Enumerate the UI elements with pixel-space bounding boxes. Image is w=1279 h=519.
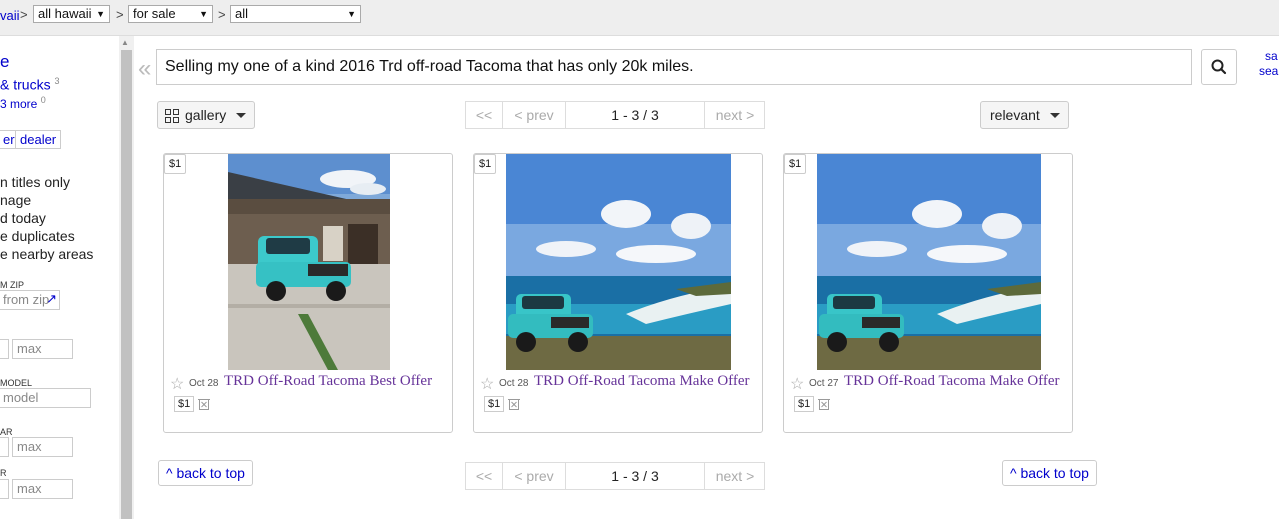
listing-price: $1 xyxy=(484,396,505,412)
favorite-star-icon[interactable]: ☆ xyxy=(790,374,804,394)
option-nearby-areas[interactable]: e nearby areas xyxy=(0,246,93,262)
subcategory-select[interactable]: all ▼ xyxy=(230,5,361,23)
next-page-button[interactable]: next > xyxy=(705,463,765,489)
chevron-down-icon xyxy=(236,113,246,118)
listing-image[interactable] xyxy=(817,154,1041,370)
odometer-label: R xyxy=(0,468,7,478)
listing-title-link[interactable]: TRD Off-Road Tacoma Make Offer xyxy=(844,373,1060,390)
pagination-bottom: << < prev 1 - 3 / 3 next > xyxy=(465,462,765,490)
page-range: 1 - 3 / 3 xyxy=(566,463,705,489)
sidebar-link-more[interactable]: 3 more 0 xyxy=(0,95,46,111)
zip-input-placeholder: from zip xyxy=(3,292,50,307)
listing-title-link[interactable]: TRD Off-Road Tacoma Best Offer xyxy=(224,373,432,390)
year-min-input[interactable] xyxy=(0,437,9,457)
sort-label: relevant xyxy=(990,107,1040,123)
breadcrumb-separator: > xyxy=(20,7,28,22)
odometer-max-input[interactable]: max xyxy=(12,479,73,499)
odometer-min-input[interactable] xyxy=(0,479,9,499)
price-badge: $1 xyxy=(474,154,497,174)
favorite-star-icon[interactable]: ☆ xyxy=(480,374,494,394)
breadcrumb-bar: vaii > all hawaii ▼ > for sale ▼ > all ▼ xyxy=(0,0,1279,36)
sidebar-link-more-label: 3 more xyxy=(0,97,38,111)
save-search-link[interactable]: sa xyxy=(1265,49,1278,63)
sort-dropdown[interactable]: relevant xyxy=(980,101,1069,129)
option-posted-today[interactable]: d today xyxy=(0,210,46,226)
option-hide-duplicates[interactable]: e duplicates xyxy=(0,228,75,244)
listing-price: $1 xyxy=(794,396,815,412)
filter-sidebar: e & trucks 3 3 more 0 er dealer n titles… xyxy=(0,36,120,519)
region-select-value: all hawaii xyxy=(38,6,92,21)
listing-card[interactable]: $1 ☆ Oct 28 TRD Off-Road Tacoma Best Off… xyxy=(163,153,453,433)
post-date: Oct 28 xyxy=(189,378,219,389)
search-input[interactable]: Selling my one of a kind 2016 Trd off-ro… xyxy=(156,49,1192,85)
sidebar-link-trucks-label: & trucks xyxy=(0,76,51,93)
sidebar-link-trucks-count: 3 xyxy=(54,76,60,86)
year-max-input[interactable]: max xyxy=(12,437,73,457)
listing-image[interactable] xyxy=(228,154,390,370)
option-titles-only[interactable]: n titles only xyxy=(0,174,70,190)
hide-trash-icon[interactable] xyxy=(508,397,520,410)
sidebar-link-more-count: 0 xyxy=(40,95,46,105)
price-badge: $1 xyxy=(784,154,807,174)
chevron-down-icon xyxy=(1050,113,1060,118)
view-mode-dropdown[interactable]: gallery xyxy=(157,101,255,129)
hide-trash-icon[interactable] xyxy=(818,397,830,410)
truck-beach-photo xyxy=(506,154,731,370)
locate-icon[interactable]: ↗ xyxy=(46,291,57,307)
chevron-down-icon: ▼ xyxy=(199,9,208,19)
category-select-value: for sale xyxy=(133,6,176,21)
breadcrumb-separator: > xyxy=(218,7,226,22)
breadcrumb-region-link[interactable]: vaii xyxy=(0,8,20,23)
view-mode-label: gallery xyxy=(185,107,227,123)
sidebar-heading[interactable]: e xyxy=(0,52,9,72)
category-select[interactable]: for sale ▼ xyxy=(128,5,213,23)
listing-title-link[interactable]: TRD Off-Road Tacoma Make Offer xyxy=(534,373,750,390)
chevron-down-icon: ▼ xyxy=(347,9,356,19)
listing-price: $1 xyxy=(174,396,195,412)
pagination-top: << < prev 1 - 3 / 3 next > xyxy=(465,101,765,129)
collapse-sidebar-icon[interactable]: « xyxy=(138,55,151,83)
page-range: 1 - 3 / 3 xyxy=(566,102,705,128)
favorite-star-icon[interactable]: ☆ xyxy=(170,374,184,394)
gallery-grid-icon xyxy=(165,109,179,123)
price-min-input[interactable] xyxy=(0,339,9,359)
listing-card[interactable]: $1 ☆ Oct 28 TRD Off-Road Tacoma Make Off… xyxy=(473,153,763,433)
truck-beach-photo xyxy=(817,154,1041,370)
hide-trash-icon[interactable] xyxy=(198,397,210,410)
back-to-top-button[interactable]: ^ back to top xyxy=(1002,460,1097,486)
truck-driveway-photo xyxy=(228,154,390,370)
prev-page-button[interactable]: < prev xyxy=(503,463,566,489)
zip-input[interactable]: from zip ↗ xyxy=(0,290,60,310)
region-select[interactable]: all hawaii ▼ xyxy=(33,5,110,23)
option-has-image[interactable]: nage xyxy=(0,192,31,208)
sidebar-scrollbar-thumb[interactable] xyxy=(121,50,132,519)
search-options-link[interactable]: sea xyxy=(1259,64,1278,78)
back-to-top-button[interactable]: ^ back to top xyxy=(158,460,253,486)
first-page-button[interactable]: << xyxy=(466,463,503,489)
post-date: Oct 28 xyxy=(499,378,529,389)
year-label: AR xyxy=(0,427,13,437)
zip-label: M ZIP xyxy=(0,280,24,290)
sidebar-link-trucks[interactable]: & trucks 3 xyxy=(0,76,59,93)
breadcrumb-separator: > xyxy=(116,7,124,22)
listing-image[interactable] xyxy=(506,154,731,370)
first-page-button[interactable]: << xyxy=(466,102,503,128)
subcategory-select-value: all xyxy=(235,6,249,21)
dealer-filter-button[interactable]: dealer xyxy=(15,130,62,149)
model-label: MODEL xyxy=(0,378,33,388)
next-page-button[interactable]: next > xyxy=(705,102,765,128)
search-button[interactable] xyxy=(1201,49,1237,85)
post-date: Oct 27 xyxy=(809,378,839,389)
listing-card[interactable]: $1 ☆ Oct 27 TRD Off-Road Tacoma Make Off… xyxy=(783,153,1073,433)
price-max-input[interactable]: max xyxy=(12,339,73,359)
price-badge: $1 xyxy=(164,154,187,174)
search-icon xyxy=(1211,59,1227,75)
prev-page-button[interactable]: < prev xyxy=(503,102,566,128)
model-input[interactable]: model xyxy=(0,388,91,408)
chevron-down-icon: ▼ xyxy=(96,9,105,19)
scroll-up-arrow-icon[interactable]: ▲ xyxy=(121,38,129,47)
